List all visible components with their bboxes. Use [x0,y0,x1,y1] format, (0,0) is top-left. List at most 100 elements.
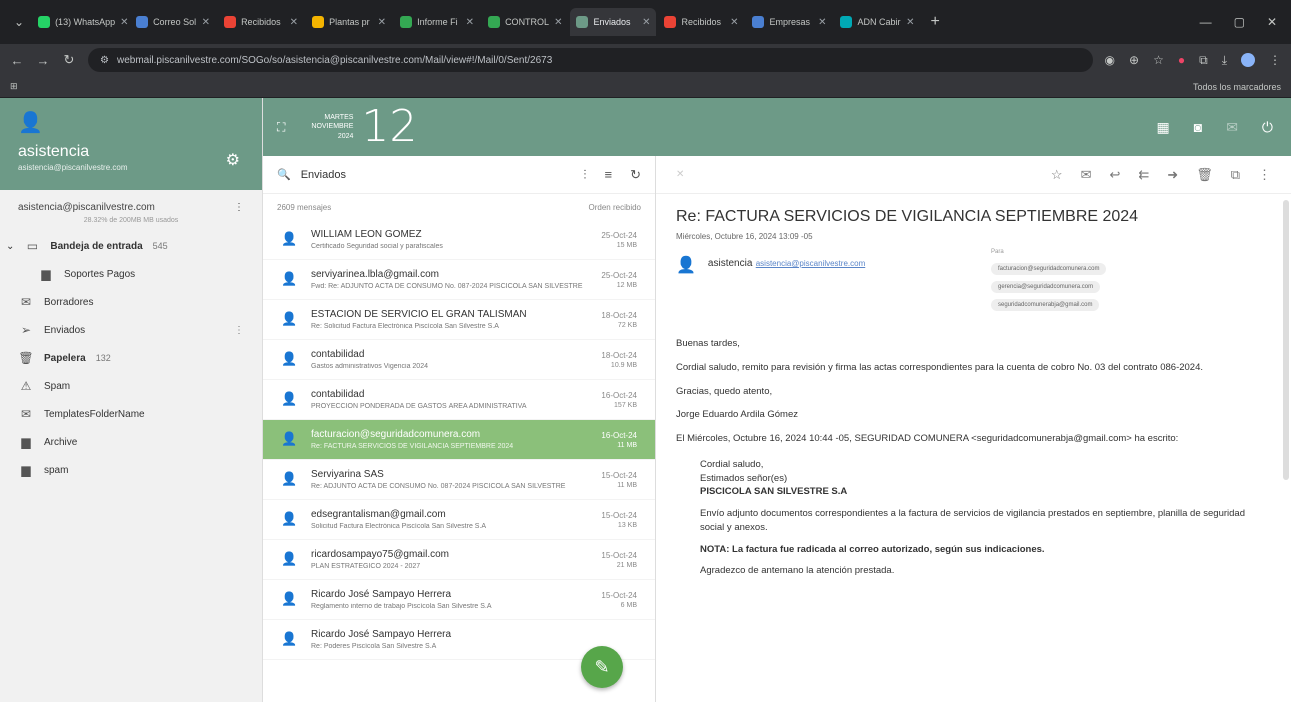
bookmark-star-icon[interactable]: ☆ [1153,53,1164,67]
close-tab-icon[interactable]: ✕ [906,17,914,28]
close-tab-icon[interactable]: ✕ [818,17,826,28]
contacts-icon[interactable]: ◙ [1194,119,1202,136]
maximize-icon[interactable]: ▢ [1234,15,1245,29]
forward-icon[interactable]: → [36,53,50,68]
tab-favicon [576,16,589,28]
browser-tab[interactable]: Empresas ✕ [746,8,832,36]
minimize-icon[interactable]: — [1200,15,1212,29]
tab-title: Recibidos [241,17,281,27]
search-icon[interactable]: 🔍 [277,168,291,181]
recipient-chip[interactable]: seguridadcomunerabja@gmail.com [991,299,1100,311]
download-icon[interactable]: ⤓ [1222,53,1227,68]
message-row[interactable]: 👤 Ricardo José Sampayo Herrera Reglamento … [263,580,655,620]
zoom-icon[interactable]: ⊕ [1129,53,1139,67]
spam-icon: ⚠ [20,379,32,393]
folder-item[interactable]: ▆ spam [0,456,262,484]
message-size: 72 KB [617,321,637,329]
sort-icon[interactable]: ≡ [605,167,613,183]
folder-item[interactable]: ▆ Archive [0,428,262,456]
puzzle-icon[interactable]: ⧉ [1199,53,1208,68]
close-tab-icon[interactable]: ✕ [202,17,210,28]
message-size: 15 MB [616,241,637,249]
folder-item[interactable]: ⌄ ▭ Bandeja de entrada 545 [0,232,262,260]
browser-tab[interactable]: Correo Sol ✕ [130,8,216,36]
refresh-icon[interactable]: ↻ [630,167,641,183]
new-tab-button[interactable]: + [922,13,947,31]
close-window-icon[interactable]: ✕ [1267,15,1277,29]
message-row[interactable]: 👤 edsegrantalisman@gmail.com Solicitud Fac… [263,500,655,540]
close-tab-icon[interactable]: ✕ [466,17,474,28]
calendar-icon[interactable]: ▦ [1156,119,1169,136]
open-window-icon[interactable]: ⧉ [1231,167,1240,183]
extension-icon[interactable]: ● [1178,53,1185,67]
profile-avatar[interactable] [1241,53,1255,67]
message-row[interactable]: 👤 ricardosampayo75@gmail.com PLAN ESTRATÉG… [263,540,655,580]
message-row[interactable]: 👤 serviyarinea.lbla@gmail.com Fwd: Re: ADJ… [263,260,655,300]
mailbox-account[interactable]: asistencia@piscanilvestre.com ⋮ [0,190,262,217]
forward-icon[interactable]: ➜ [1167,167,1178,183]
cast-icon[interactable]: ◉ [1105,53,1115,67]
folder-item[interactable]: 🗑 Papelera 132 [0,344,262,372]
message-row[interactable]: 👤 ESTACION DE SERVICIO EL GRAN TALISMAN Re… [263,300,655,340]
close-tab-icon[interactable]: ✕ [120,17,128,28]
message-size: 11 MB [617,441,637,449]
sender-email[interactable]: asistencia@piscanilvestre.com [756,259,866,268]
quoted-message: Cordial saludo, Estimados señor(es) PISCIC… [700,458,1271,578]
more-icon[interactable]: ⋮ [1258,167,1271,183]
message-row[interactable]: 👤 WILLIAM LEON GOMEZ Certificado Seguridad… [263,220,655,260]
back-icon[interactable]: ← [10,53,24,68]
reader-scrollbar[interactable] [1283,200,1289,480]
templates-icon: ✉ [20,407,32,421]
close-tab-icon[interactable]: ✕ [290,17,298,28]
folder-item[interactable]: ➢ Enviados ⋮ [0,316,262,344]
mail-icon[interactable]: ✉ [1226,119,1238,136]
apps-icon[interactable]: ⊞ [10,81,18,92]
folder-count: 545 [152,241,168,251]
reply-all-icon[interactable]: ⇇ [1138,167,1149,183]
message-from: Ricardo José Sampayo Herrera [311,629,452,640]
recipient-chip[interactable]: facturacion@seguridadcomunera.com [991,263,1107,275]
close-tab-icon[interactable]: ✕ [642,17,650,28]
close-tab-icon[interactable]: ✕ [730,17,738,28]
site-info-icon[interactable]: ⚙ [100,55,109,66]
sort-order[interactable]: Orden recibido [589,203,641,212]
folder-item[interactable]: ✉ TemplatesFolderName [0,400,262,428]
delete-icon[interactable]: 🗑 [1196,167,1213,183]
logout-icon[interactable]: ⏻ [1262,119,1273,136]
star-icon[interactable]: ☆ [1051,167,1063,183]
all-bookmarks[interactable]: Todos los marcadores [1193,82,1281,92]
recipient-chip[interactable]: gerencia@seguridadcomunera.com [991,281,1101,293]
message-row[interactable]: 👤 contabilidad PROYECCIÓN PONDERADA DE GAS… [263,380,655,420]
folder-item[interactable]: ▆ Soportes Pagos [0,260,262,288]
browser-tab[interactable]: Recibidos ✕ [218,8,304,36]
browser-tab[interactable]: Recibidos ✕ [658,8,744,36]
filter-icon[interactable]: ⫶ [583,167,586,183]
reload-icon[interactable]: ↻ [62,52,76,68]
browser-tab[interactable]: Informe Fi ✕ [394,8,480,36]
close-tab-icon[interactable]: ✕ [554,17,562,28]
message-row[interactable]: 👤 facturacion@seguridadcomunera.com Re: FA… [263,420,655,460]
browser-tab[interactable]: ADN Cabir ✕ [834,8,920,36]
browser-tab[interactable]: Plantas pr ✕ [306,8,392,36]
close-tab-icon[interactable]: ✕ [378,17,386,28]
folder-menu-icon[interactable]: ⋮ [234,325,244,336]
reply-icon[interactable]: ↩ [1109,167,1120,183]
mark-icon[interactable]: ✉ [1081,167,1092,183]
fullscreen-icon[interactable]: ⛶ [277,120,285,135]
browser-tab[interactable]: CONTROL ✕ [482,8,568,36]
compose-button[interactable]: ✎ [581,646,623,688]
browser-tab[interactable]: (13) WhatsApp ✕ [32,8,128,36]
folder-item[interactable]: ✉ Borradores [0,288,262,316]
browser-tab[interactable]: Enviados ✕ [570,8,657,36]
tab-search-icon[interactable]: ⌄ [8,15,30,29]
url-field[interactable]: ⚙ webmail.piscanilvestre.com/SOGo/so/asi… [88,48,1093,72]
account-menu-icon[interactable]: ⋮ [234,202,244,213]
close-reader-icon[interactable]: ✕ [656,169,684,180]
folder-item[interactable]: ⚠ Spam [0,372,262,400]
message-row[interactable]: 👤 contabilidad Gastos administrativos Vige… [263,340,655,380]
tab-favicon [840,16,853,28]
browser-menu-icon[interactable]: ⋮ [1269,53,1281,67]
gear-icon[interactable]: ⚙ [226,150,240,170]
chevron-down-icon[interactable]: ⌄ [6,241,14,252]
message-row[interactable]: 👤 Serviyarina SAS Re: ADJUNTO ACTA DE CONS… [263,460,655,500]
